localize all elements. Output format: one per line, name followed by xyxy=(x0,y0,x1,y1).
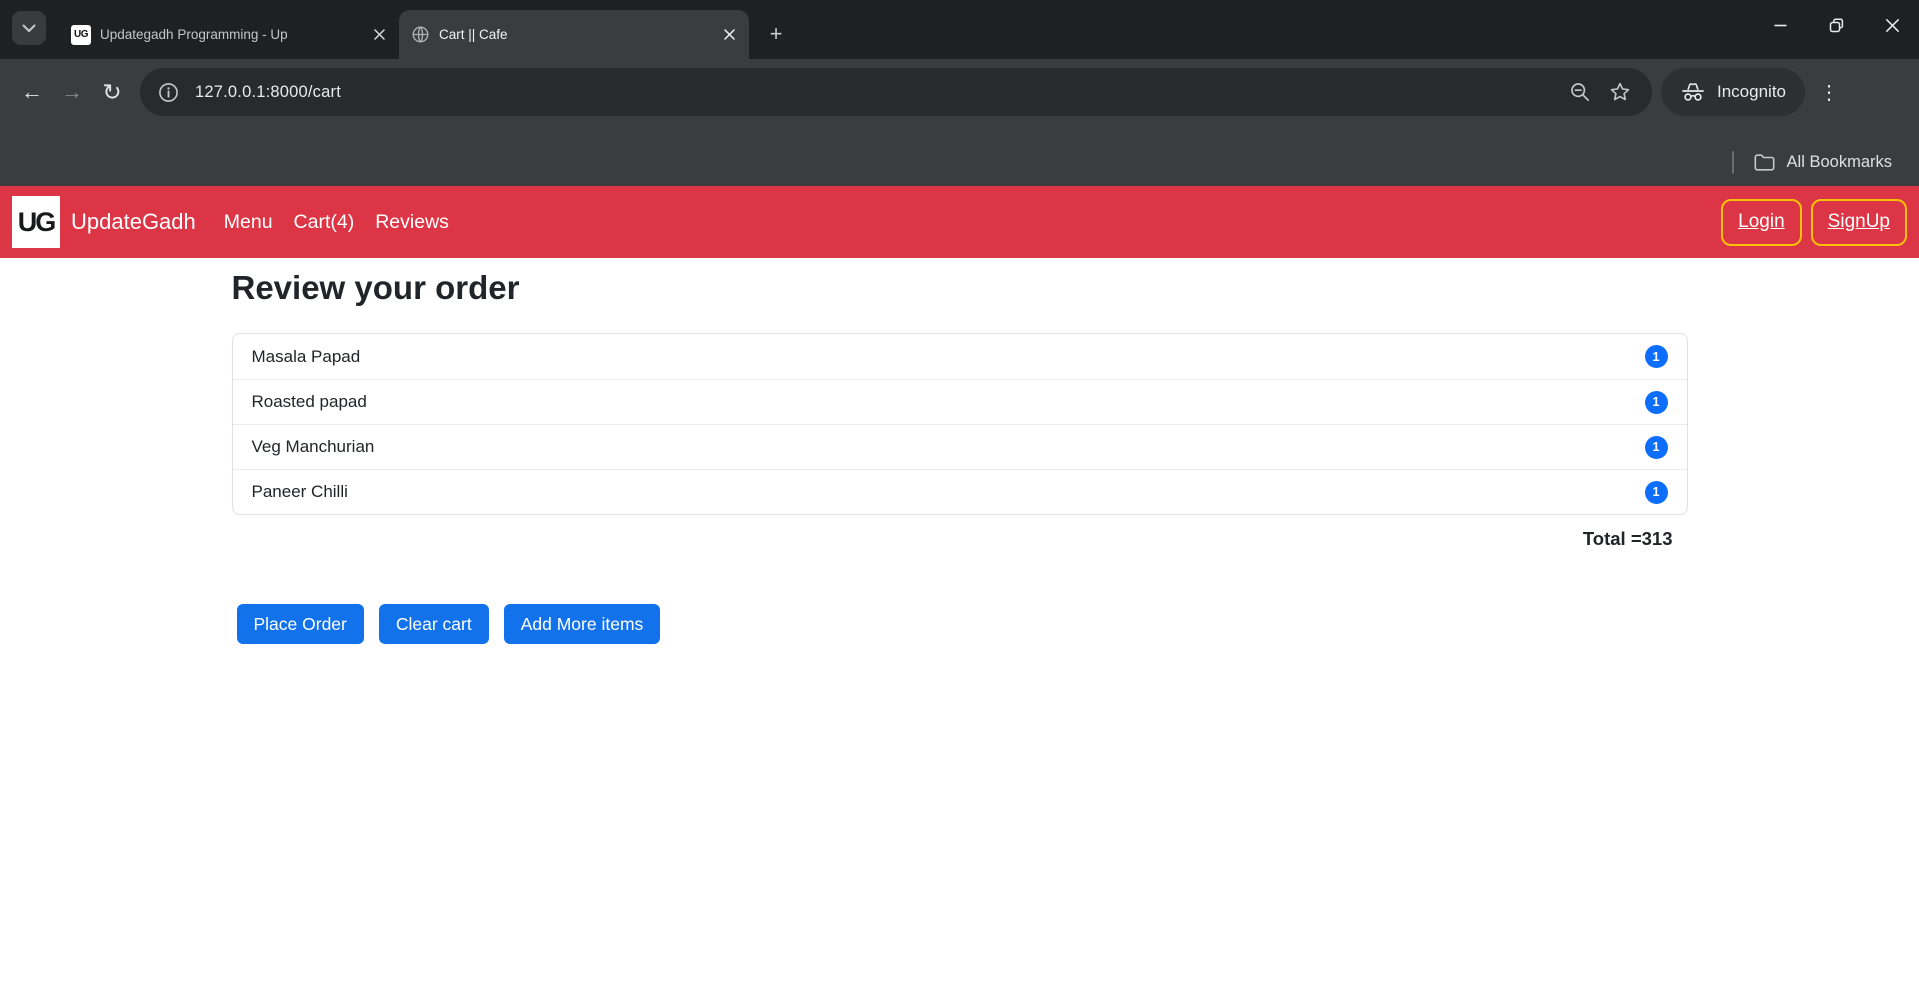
incognito-badge[interactable]: Incognito xyxy=(1661,68,1805,116)
tab-strip: UG Updategadh Programming - Up Cart || C… xyxy=(0,0,1919,59)
item-name: Roasted papad xyxy=(252,392,367,412)
globe-icon xyxy=(411,25,430,44)
quantity-badge: 1 xyxy=(1645,481,1668,504)
nav-link-reviews[interactable]: Reviews xyxy=(375,211,449,234)
login-button[interactable]: Login xyxy=(1721,199,1802,246)
chevron-down-icon xyxy=(22,24,36,33)
incognito-icon xyxy=(1680,80,1706,104)
tab-title: Updategadh Programming - Up xyxy=(100,27,360,42)
item-name: Paneer Chilli xyxy=(252,482,348,502)
cart-item-row: Paneer Chilli 1 xyxy=(233,469,1687,514)
site-navbar: UG UpdateGadh Menu Cart(4) Reviews Login… xyxy=(0,186,1919,258)
cart-item-row: Roasted papad 1 xyxy=(233,379,1687,424)
quantity-badge: 1 xyxy=(1645,391,1668,414)
browser-menu-icon[interactable]: ⋮ xyxy=(1810,73,1848,111)
cart-total: Total =313 xyxy=(232,528,1688,550)
forward-icon[interactable]: → xyxy=(52,72,92,112)
all-bookmarks-button[interactable]: All Bookmarks xyxy=(1787,153,1892,172)
close-window-icon[interactable] xyxy=(1877,10,1907,40)
cart-items-list: Masala Papad 1 Roasted papad 1 Veg Manch… xyxy=(232,333,1688,515)
item-name: Veg Manchurian xyxy=(252,437,375,457)
browser-toolbar: ← → ↻ 127.0.0.1:8000/cart xyxy=(0,59,1919,125)
close-tab-icon[interactable] xyxy=(369,25,389,45)
window-controls xyxy=(1765,10,1907,40)
bookmarks-separator xyxy=(1732,151,1734,174)
url-text[interactable]: 127.0.0.1:8000/cart xyxy=(195,83,341,102)
item-name: Masala Papad xyxy=(252,347,361,367)
bookmark-star-icon[interactable] xyxy=(1606,78,1634,106)
cart-item-row: Veg Manchurian 1 xyxy=(233,424,1687,469)
address-bar[interactable]: 127.0.0.1:8000/cart xyxy=(140,68,1652,116)
nav-link-cart[interactable]: Cart(4) xyxy=(294,211,355,234)
tab-search-button[interactable] xyxy=(12,11,46,45)
back-icon[interactable]: ← xyxy=(12,72,52,112)
reload-icon[interactable]: ↻ xyxy=(92,72,132,112)
tab-cart-cafe[interactable]: Cart || Cafe xyxy=(399,10,749,59)
updategadh-favicon-icon: UG xyxy=(71,25,91,45)
close-tab-icon[interactable] xyxy=(719,25,739,45)
incognito-label: Incognito xyxy=(1717,82,1786,102)
web-page: UG UpdateGadh Menu Cart(4) Reviews Login… xyxy=(0,186,1919,1001)
zoom-out-icon[interactable] xyxy=(1566,78,1594,106)
add-more-items-button[interactable]: Add More items xyxy=(504,604,661,644)
site-info-icon[interactable] xyxy=(154,78,182,106)
content-container: Review your order Masala Papad 1 Roasted… xyxy=(232,258,1688,644)
site-brand[interactable]: UpdateGadh xyxy=(71,209,196,235)
bookmarks-bar: All Bookmarks xyxy=(0,125,1919,186)
page-title: Review your order xyxy=(232,269,1688,307)
updategadh-logo[interactable]: UG xyxy=(12,196,60,248)
tab-updategadh[interactable]: UG Updategadh Programming - Up xyxy=(59,10,399,59)
clear-cart-button[interactable]: Clear cart xyxy=(379,604,489,644)
quantity-badge: 1 xyxy=(1645,345,1668,368)
quantity-badge: 1 xyxy=(1645,436,1668,459)
cart-actions: Place Order Clear cart Add More items xyxy=(232,604,1688,644)
new-tab-button[interactable]: + xyxy=(761,19,791,49)
cart-item-row: Masala Papad 1 xyxy=(233,334,1687,379)
tab-title: Cart || Cafe xyxy=(439,27,710,42)
nav-link-menu[interactable]: Menu xyxy=(224,211,273,234)
site-nav-links: Menu Cart(4) Reviews xyxy=(224,211,449,234)
restore-window-icon[interactable] xyxy=(1821,10,1851,40)
folder-icon xyxy=(1754,154,1775,171)
place-order-button[interactable]: Place Order xyxy=(237,604,364,644)
tabs: UG Updategadh Programming - Up Cart || C… xyxy=(59,10,749,59)
browser-window: UG Updategadh Programming - Up Cart || C… xyxy=(0,0,1919,1001)
signup-button[interactable]: SignUp xyxy=(1811,199,1907,246)
minimize-window-icon[interactable] xyxy=(1765,10,1795,40)
